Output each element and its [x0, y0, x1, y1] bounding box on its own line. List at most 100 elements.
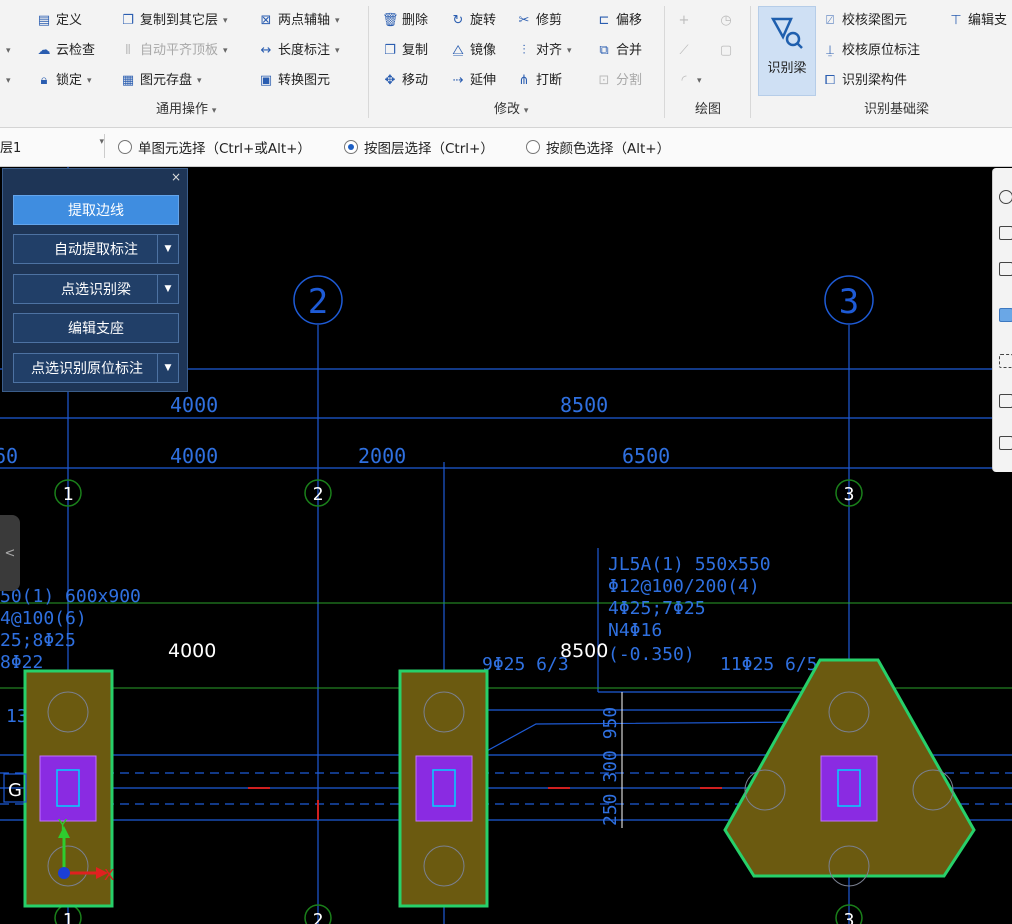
elem-save-button[interactable]: ▦ 图元存盘 ▾	[120, 71, 202, 91]
view-front-icon[interactable]	[999, 308, 1012, 322]
circle-icon: ◷	[720, 13, 732, 28]
axis-label-3: 3	[844, 484, 855, 505]
list-icon[interactable]	[999, 436, 1012, 450]
merge-icon: ⧉	[599, 43, 609, 58]
rotate-icon: ↻	[452, 13, 464, 28]
extract-edge-button[interactable]: 提取边线	[13, 195, 179, 225]
extend-icon: ⇢	[452, 73, 464, 88]
select-box-icon[interactable]	[999, 354, 1012, 368]
copy-layer-icon: ❐	[122, 13, 134, 28]
copy-to-layer-button[interactable]: ❐ 复制到其它层 ▾	[120, 11, 228, 31]
edit-support-ribbon-button[interactable]: ⊤ 编辑支	[948, 11, 1007, 31]
axis-icon: ⊠	[260, 13, 272, 28]
draw-circle-button[interactable]: ◷	[718, 11, 734, 31]
click-identify-origin-button[interactable]: 点选识别原位标注 ▼	[13, 353, 179, 383]
chevron-down-icon: ▾	[209, 106, 217, 116]
footing-right[interactable]	[723, 658, 976, 887]
chevron-down-icon: ▾	[197, 76, 202, 86]
beam-annotation-left-2: 4@100(6)	[0, 608, 87, 629]
beam-annotation-left-1: 50(1) 600x900	[0, 586, 141, 607]
layer-select-radio[interactable]: 按图层选择（Ctrl+）	[344, 137, 494, 157]
layer-select[interactable]: 层1 ▾	[0, 137, 104, 156]
modify-group-label[interactable]: 修改 ▾	[494, 101, 528, 119]
save-elem-icon: ▦	[121, 73, 135, 88]
identify-beam-icon	[770, 17, 803, 49]
axis-label-big-3: 3	[839, 282, 859, 322]
chevron-down-icon: ▾	[335, 46, 340, 56]
length-dim-icon: ↔	[260, 43, 272, 58]
identify-beam-comp-button[interactable]: ⧠ 识别梁构件	[822, 71, 907, 91]
beam-group-label: 识别基础梁	[864, 102, 930, 117]
dim-text-6500: 6500	[622, 444, 670, 468]
orbit-icon[interactable]	[999, 190, 1012, 204]
beam-annotation-left-3: 25;8Φ25	[0, 630, 76, 651]
two-point-axis-button[interactable]: ⊠ 两点辅轴 ▾	[258, 11, 340, 31]
ribbon: ▤ 定义 ❐ 复制到其它层 ▾ ⊠ 两点辅轴 ▾ ☁ 云检查 ⫴ 自动平齐顶板 ▾ ↔ 长度标注 ▾…	[0, 0, 1012, 128]
offset-button[interactable]: ⊏ 偏移	[596, 11, 642, 31]
view-toolbar	[992, 168, 1012, 472]
chevron-down-icon[interactable]: ▼	[157, 235, 178, 263]
auto-flat-top-button[interactable]: ⫴ 自动平齐顶板 ▾	[120, 41, 228, 61]
check-beam-elem-button[interactable]: ⍁ 校核梁图元	[822, 11, 907, 31]
radio-icon	[118, 140, 132, 154]
define-button[interactable]: ▤ 定义	[36, 11, 82, 31]
check-origin-dim-button[interactable]: ⍊ 校核原位标注	[822, 41, 920, 61]
merge-button[interactable]: ⧉ 合并	[596, 41, 642, 61]
mirror-button[interactable]: ⧋ 镜像	[450, 41, 496, 61]
trim-button[interactable]: ✂ 修剪	[516, 11, 562, 31]
draw-line-button[interactable]: ⟋	[676, 41, 692, 61]
chevron-down-icon: ▾	[521, 106, 529, 116]
delete-button[interactable]: 🗑︎ 删除	[382, 11, 428, 31]
click-identify-beam-button[interactable]: 点选识别梁 ▼	[13, 274, 179, 304]
chevron-down-icon[interactable]: ▼	[157, 354, 178, 382]
edit-support-button[interactable]: 编辑支座	[13, 313, 179, 343]
break-button[interactable]: ⋔ 打断	[516, 71, 562, 91]
draw-rect-button[interactable]: ▢	[718, 41, 734, 61]
auto-extract-dim-button[interactable]: 自动提取标注 ▼	[13, 234, 179, 264]
beam-annotation-right-3: 4Φ25;7Φ25	[608, 598, 706, 619]
column-block	[415, 755, 473, 822]
move-icon: ✥	[384, 73, 396, 88]
cloud-check-icon: ☁	[37, 43, 51, 58]
check-beam-icon: ⍁	[826, 13, 834, 28]
separator	[664, 6, 665, 118]
single-select-radio[interactable]: 单图元选择（Ctrl+或Alt+）	[118, 137, 311, 157]
axis-label-1-bottom: 1	[63, 910, 74, 924]
cloud-check-button[interactable]: ☁ 云检查	[36, 41, 96, 61]
extend-button[interactable]: ⇢ 延伸	[450, 71, 496, 91]
chevron-down-icon: ▾	[223, 16, 228, 26]
dim-text-4000-top: 4000	[170, 393, 218, 417]
draw-point-button[interactable]: +	[676, 11, 692, 31]
move-button[interactable]: ✥ 移动	[382, 71, 428, 91]
align-button[interactable]: ⫶ 对齐 ▾	[516, 41, 572, 61]
axis-label-1: 1	[63, 484, 74, 505]
axis-label-big-2: 2	[308, 282, 328, 322]
chevron-down-icon: ▾	[223, 46, 228, 56]
copy-button[interactable]: ❐ 复制	[382, 41, 428, 61]
footing-middle[interactable]	[398, 669, 489, 908]
rectangle-icon: ▢	[719, 43, 733, 58]
identify-beam-button[interactable]: 识别梁	[758, 6, 816, 96]
split-button[interactable]: ⊡ 分割	[596, 71, 642, 91]
left-collapse-tab[interactable]: <	[0, 515, 20, 591]
draw-arc-button[interactable]: ◜ ▾	[676, 71, 701, 91]
convert-elem-button[interactable]: ▣ 转换图元	[258, 71, 330, 91]
chevron-down-icon[interactable]: ▾	[6, 46, 11, 56]
chevron-down-icon[interactable]: ▾	[6, 76, 11, 86]
lock-button[interactable]: 🔒︎ 锁定 ▾	[36, 71, 92, 91]
dim-text-8500-top: 8500	[560, 393, 608, 417]
rotate-button[interactable]: ↻ 旋转	[450, 11, 496, 31]
view-top-icon[interactable]	[999, 262, 1012, 276]
general-group-label[interactable]: 通用操作 ▾	[156, 101, 216, 119]
beam-annotation-right-5: (-0.350)	[608, 644, 695, 665]
view-3d-icon[interactable]	[999, 226, 1012, 240]
cube-icon[interactable]	[999, 394, 1012, 408]
lock-icon: 🔒︎	[40, 73, 48, 88]
close-icon[interactable]: ×	[171, 170, 181, 184]
length-dim-button[interactable]: ↔ 长度标注 ▾	[258, 41, 340, 61]
chevron-down-icon[interactable]: ▼	[157, 275, 178, 303]
separator	[750, 6, 751, 118]
radio-icon	[526, 140, 540, 154]
color-select-radio[interactable]: 按颜色选择（Alt+）	[526, 137, 670, 157]
chevron-down-icon: ▾	[567, 46, 572, 56]
